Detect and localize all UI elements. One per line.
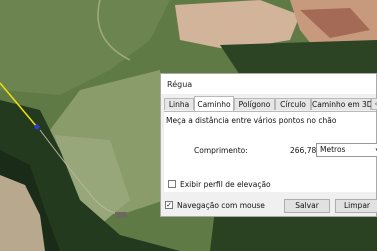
tab-bar: Linha Caminho Polígono Círculo Caminho e… [164,96,377,111]
title-bar[interactable]: Régua [161,74,376,94]
chevron-left-icon[interactable]: ‹ [371,98,377,110]
unit-select[interactable]: Metros ▾ [316,143,377,157]
path-panel: Meça a distância entre vários pontos no … [164,111,377,192]
elevation-profile-checkbox[interactable]: Exibir perfil de elevação [168,180,271,189]
checkbox-empty-icon [168,180,176,188]
checkmark-icon: ✓ [165,201,173,209]
elevation-profile-label: Exibir perfil de elevação [180,180,271,189]
mouse-navigation-label: Navegação com mouse [177,201,265,210]
tab-caminho-3d[interactable]: Caminho em 3D [311,98,373,110]
length-label: Comprimento: [194,146,248,155]
tab-poligono[interactable]: Polígono [234,98,275,110]
clear-button[interactable]: Limpar [335,199,377,213]
mouse-navigation-checkbox[interactable]: ✓ Navegação com mouse [165,201,265,210]
unit-select-value: Metros [320,145,346,154]
ruler-dialog: Régua Linha Caminho Polígono Círculo Cam… [160,73,377,217]
description-text: Meça a distância entre vários pontos no … [166,116,337,125]
tab-circulo[interactable]: Círculo [275,98,311,110]
tab-caminho[interactable]: Caminho [194,96,234,111]
dialog-title: Régua [167,80,193,89]
save-button[interactable]: Salvar [284,199,330,213]
length-value: 266,78 [290,146,317,155]
tab-linha[interactable]: Linha [164,98,194,110]
